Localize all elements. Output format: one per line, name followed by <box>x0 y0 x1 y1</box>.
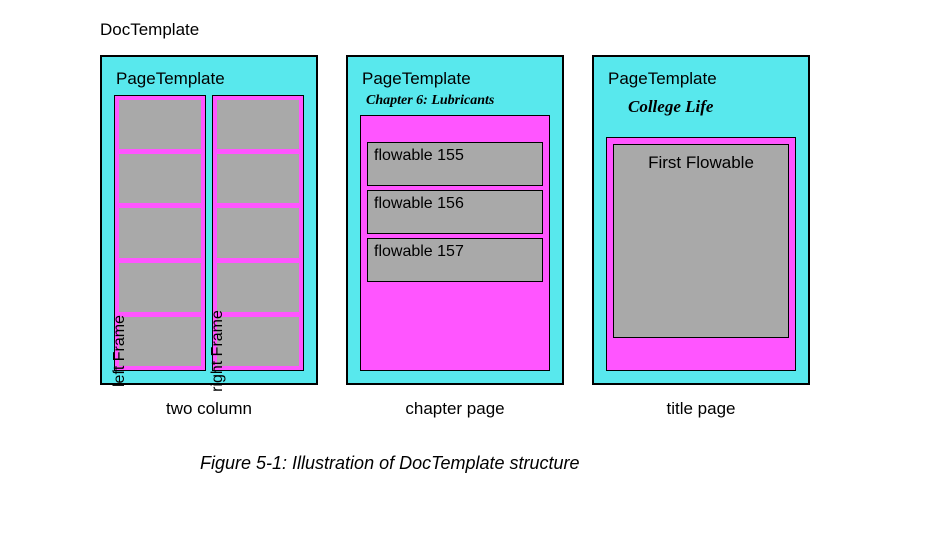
page-template-header: PageTemplate <box>116 69 304 89</box>
page-template-two-column: PageTemplate left Frame right Frame <box>100 55 318 385</box>
flowable-box: flowable 156 <box>367 190 543 234</box>
figure-caption: Figure 5-1: Illustration of DocTemplate … <box>200 453 945 474</box>
chapter-wrapper: PageTemplate Chapter 6: Lubricants flowa… <box>346 55 564 419</box>
right-frame: right Frame <box>212 95 304 371</box>
left-frame-label: left Frame <box>151 315 169 387</box>
page-template-title: PageTemplate College Life First Flowable <box>592 55 810 385</box>
chapter-caption: chapter page <box>405 399 504 419</box>
flowable-block <box>119 208 201 257</box>
spacer <box>367 124 543 138</box>
title-frame: First Flowable <box>606 137 796 371</box>
flowable-block <box>217 208 299 257</box>
two-column-container: left Frame right Frame <box>114 95 304 371</box>
templates-row: PageTemplate left Frame right Frame <box>100 55 945 419</box>
two-column-wrapper: PageTemplate left Frame right Frame <box>100 55 318 419</box>
doc-template-title: DocTemplate <box>100 20 945 40</box>
flowable-block <box>119 100 201 149</box>
spacer <box>367 286 543 362</box>
page-template-chapter: PageTemplate Chapter 6: Lubricants flowa… <box>346 55 564 385</box>
title-wrapper: PageTemplate College Life First Flowable… <box>592 55 810 419</box>
flowable-block <box>217 154 299 203</box>
title-caption: title page <box>667 399 736 419</box>
page-template-header: PageTemplate <box>362 69 550 89</box>
flowable-box: flowable 155 <box>367 142 543 186</box>
flowable-block <box>119 263 201 312</box>
left-frame: left Frame <box>114 95 206 371</box>
two-column-caption: two column <box>166 399 252 419</box>
flowable-block <box>119 154 201 203</box>
right-frame-label: right Frame <box>249 310 267 392</box>
flowable-box: flowable 157 <box>367 238 543 282</box>
flowable-block <box>217 100 299 149</box>
flowable-block <box>217 263 299 312</box>
first-flowable: First Flowable <box>613 144 789 338</box>
title-subtitle: College Life <box>628 97 796 117</box>
page-template-header: PageTemplate <box>608 69 796 89</box>
chapter-frame: flowable 155 flowable 156 flowable 157 <box>360 115 550 371</box>
chapter-subtitle: Chapter 6: Lubricants <box>366 93 550 109</box>
